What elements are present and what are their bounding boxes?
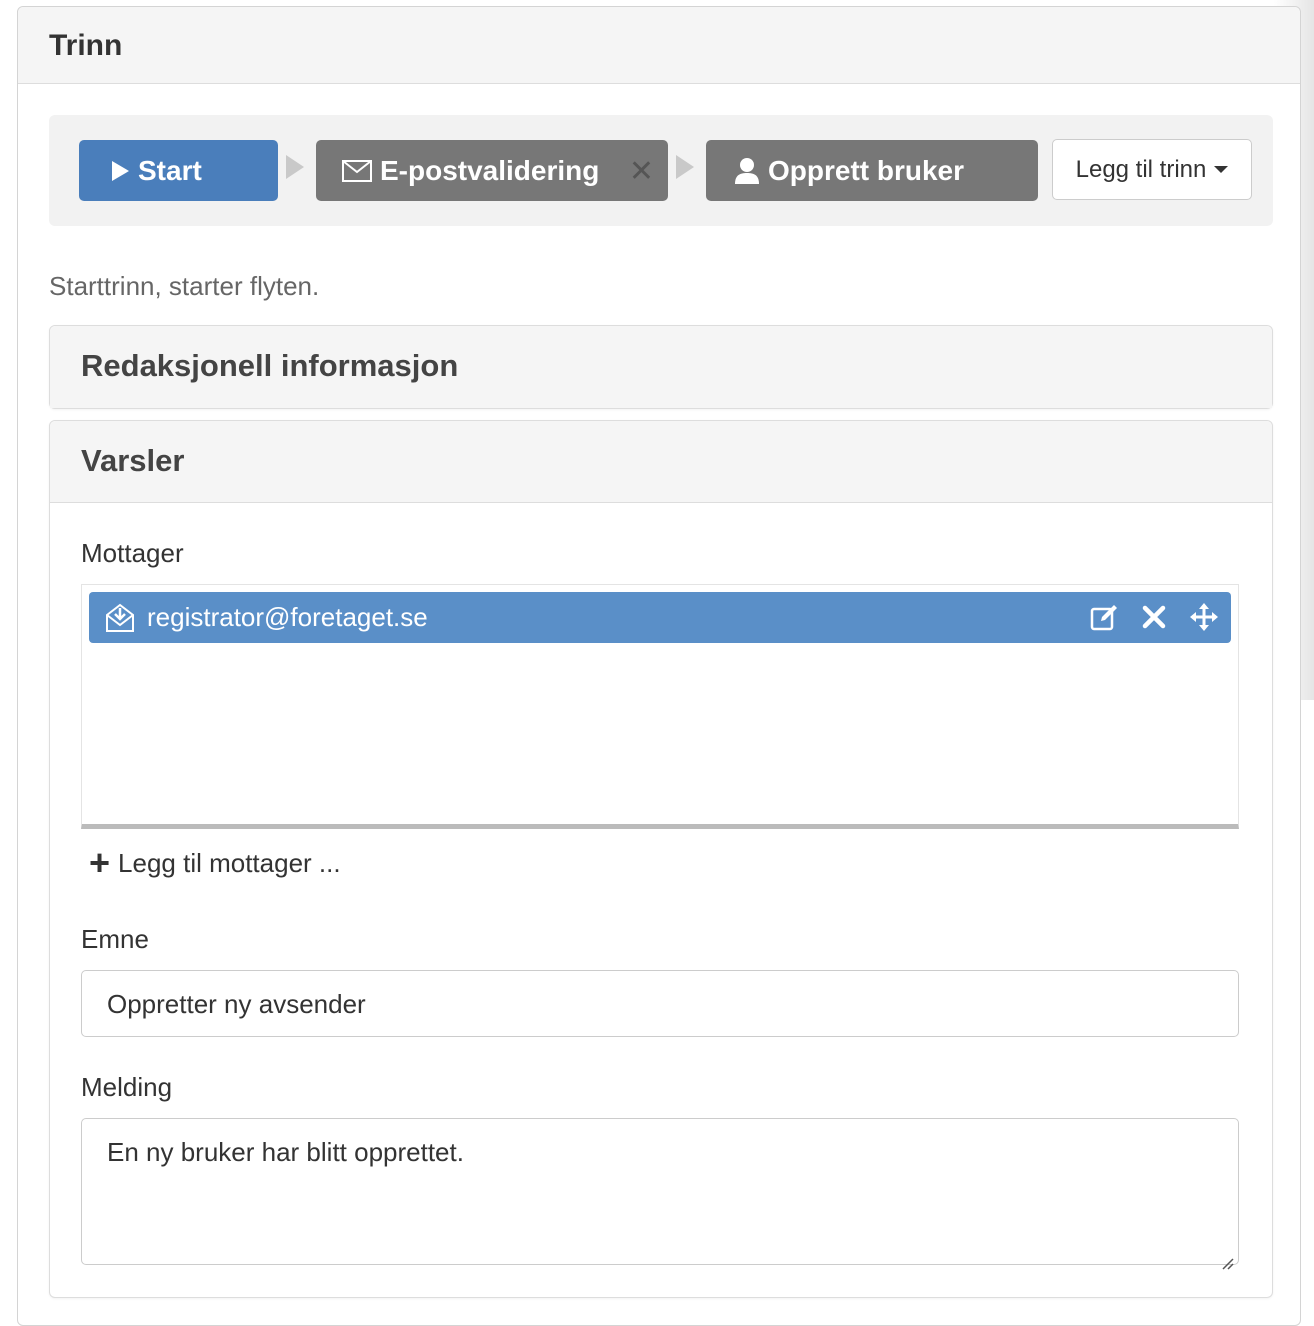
remove-step-icon[interactable]: ✕ bbox=[629, 157, 654, 187]
steps-bar: Start E-postvalidering ✕ Opprett bruker … bbox=[49, 115, 1273, 226]
panel-title: Trinn bbox=[18, 7, 1300, 84]
step-label: Start bbox=[138, 154, 202, 186]
plus-icon: + bbox=[89, 842, 111, 883]
step-start-button[interactable]: Start bbox=[79, 140, 278, 201]
message-textarea[interactable]: En ny bruker har blitt opprettet. bbox=[81, 1118, 1239, 1270]
caret-down-icon bbox=[1214, 166, 1229, 173]
recipient-item[interactable]: registrator@foretaget.se bbox=[89, 592, 1231, 643]
step-arrow-icon bbox=[286, 155, 304, 179]
add-step-dropdown[interactable]: Legg til trinn bbox=[1052, 139, 1252, 200]
envelope-icon bbox=[342, 159, 372, 182]
recipient-actions bbox=[1087, 600, 1221, 634]
delete-icon[interactable] bbox=[1137, 600, 1171, 634]
add-recipient-button[interactable]: + Legg til mottager ... bbox=[89, 845, 341, 881]
step-description: Starttrinn, starter flyten. bbox=[49, 271, 320, 301]
edit-icon[interactable] bbox=[1087, 600, 1121, 634]
step-label: Opprett bruker bbox=[768, 154, 965, 186]
section-title[interactable]: Redaksjonell informasjon bbox=[50, 326, 1272, 408]
subject-label: Emne bbox=[81, 924, 149, 954]
subject-input[interactable]: Oppretter ny avsender bbox=[81, 970, 1239, 1037]
add-recipient-label: Legg til mottager ... bbox=[118, 847, 341, 878]
step-email-validation-button[interactable]: E-postvalidering ✕ bbox=[316, 140, 668, 201]
recipient-email: registrator@foretaget.se bbox=[147, 602, 428, 632]
user-icon bbox=[734, 157, 760, 185]
recipient-label: Mottager bbox=[81, 538, 184, 568]
message-text: En ny bruker har blitt opprettet. bbox=[107, 1137, 464, 1167]
step-label: E-postvalidering bbox=[380, 154, 600, 186]
message-label: Melding bbox=[81, 1072, 173, 1102]
recipient-list: registrator@foretaget.se bbox=[81, 584, 1239, 829]
play-icon bbox=[110, 160, 130, 182]
add-step-label: Legg til trinn bbox=[1075, 155, 1207, 183]
steps-panel: Trinn Start E-postvalidering ✕ Opprett b… bbox=[17, 6, 1301, 1326]
move-icon[interactable] bbox=[1187, 600, 1221, 634]
resize-handle-icon[interactable] bbox=[1220, 1246, 1234, 1270]
section-title[interactable]: Varsler bbox=[50, 421, 1272, 503]
mail-download-icon bbox=[105, 603, 135, 633]
step-create-user-button[interactable]: Opprett bruker bbox=[706, 140, 1038, 201]
editorial-info-section[interactable]: Redaksjonell informasjon bbox=[49, 325, 1273, 409]
step-arrow-icon bbox=[676, 155, 694, 179]
notifications-section: Varsler Mottager registrator@foretaget.s… bbox=[49, 420, 1273, 1298]
